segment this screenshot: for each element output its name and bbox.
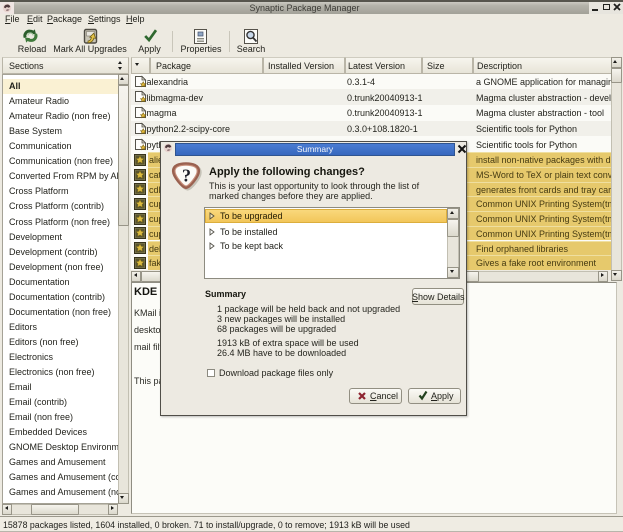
svg-text:?: ? — [182, 166, 191, 186]
